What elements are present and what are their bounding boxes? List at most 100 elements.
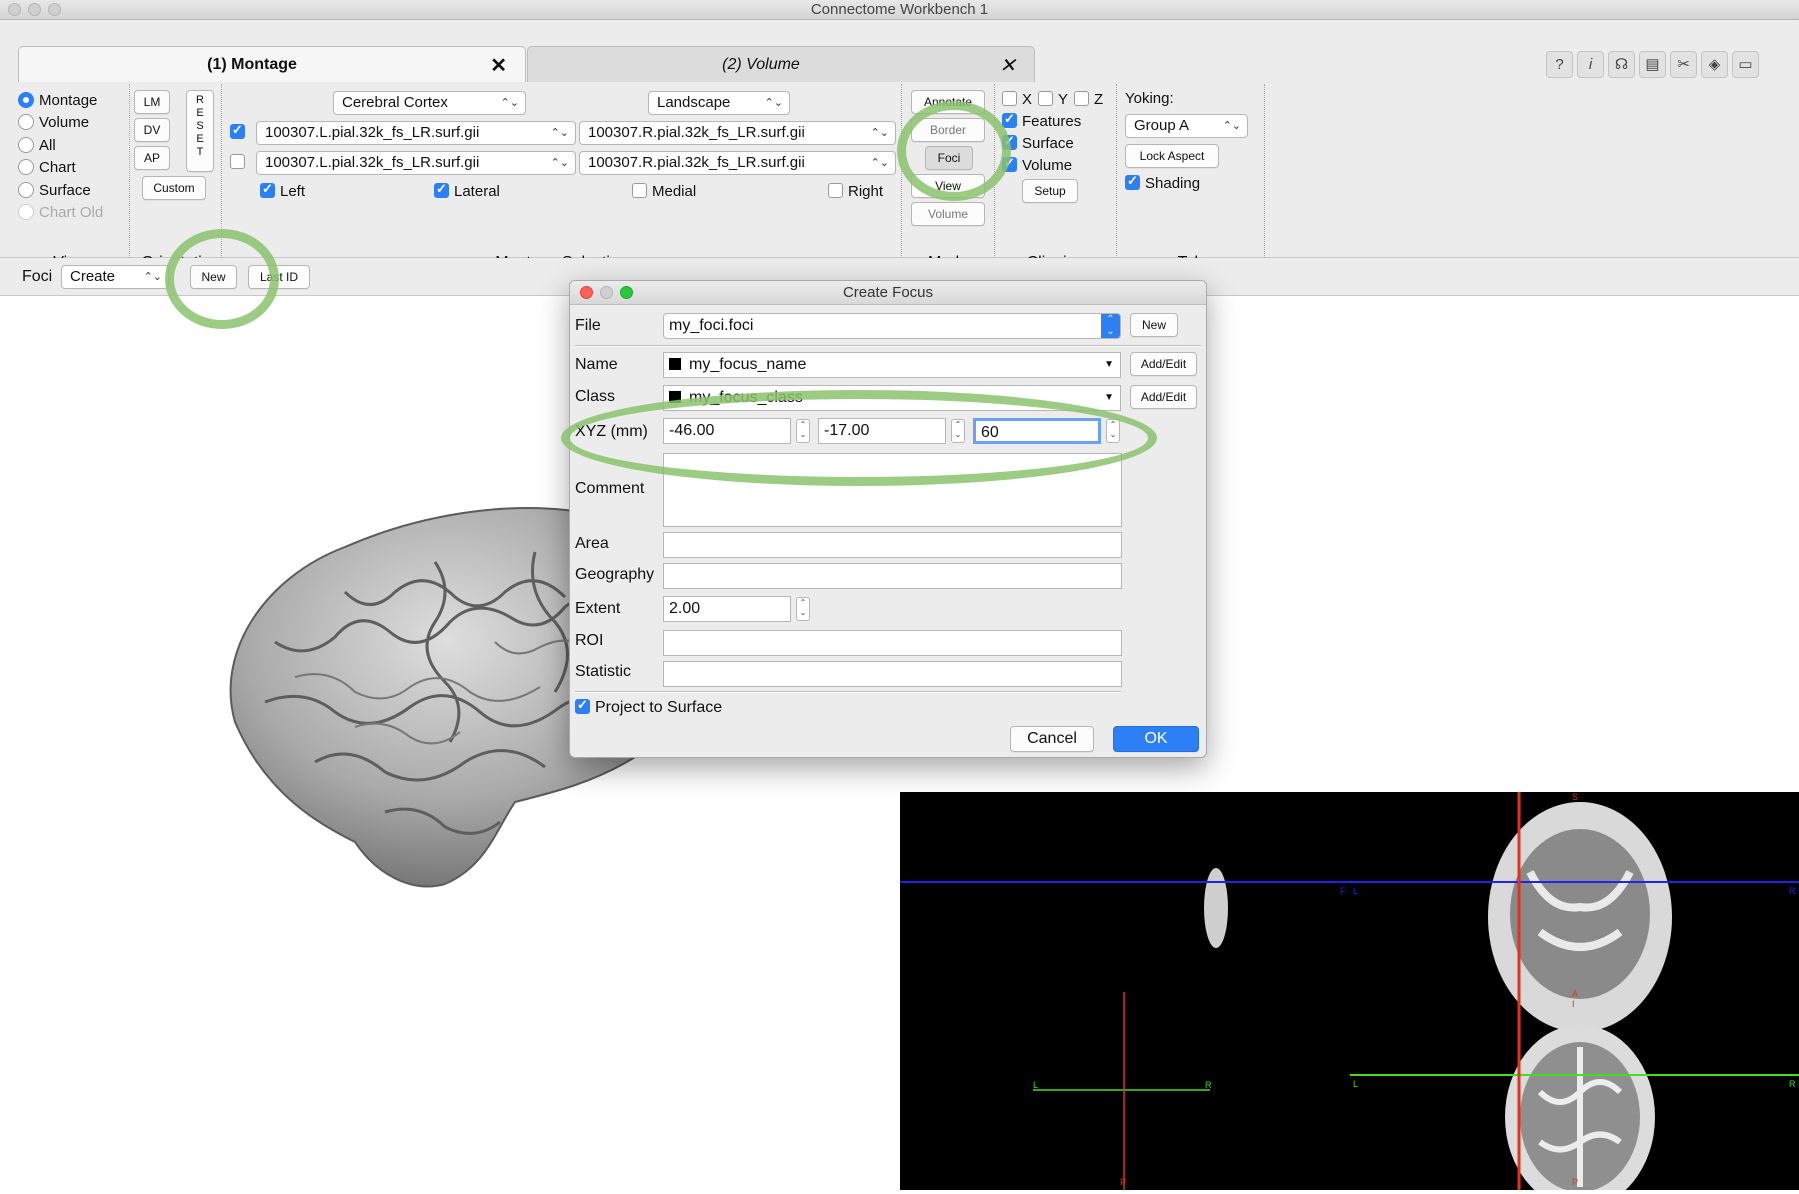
view-option-chart-old: Chart Old xyxy=(18,204,103,221)
chevron-down-icon: ▼ xyxy=(1104,359,1114,370)
project-to-surface-checkbox[interactable]: Project to Surface xyxy=(575,697,722,717)
layout-select[interactable]: Landscape ⌃⌄ xyxy=(648,91,790,115)
info-icon[interactable]: i xyxy=(1577,51,1604,78)
lateral-checkbox[interactable]: Lateral xyxy=(434,181,500,200)
custom-orientation-button[interactable]: Custom xyxy=(142,176,206,200)
highlight-foci-mode xyxy=(897,101,1011,201)
mri-label-l-blue: L xyxy=(1353,886,1359,896)
view-option-all[interactable]: All xyxy=(18,137,56,154)
tab-montage[interactable]: (1) Montage ✕ xyxy=(18,46,526,82)
montage-selection-group: Cerebral Cortex⌃⌄ Landscape⌃⌄ 100307.L.p… xyxy=(222,84,902,278)
statistic-input[interactable] xyxy=(663,661,1122,687)
extent-stepper[interactable]: ⌃ ⌄ xyxy=(796,597,810,621)
roi-input[interactable] xyxy=(663,630,1122,656)
mri-label-p: P xyxy=(1572,1177,1579,1187)
clip-y-checkbox[interactable]: Y xyxy=(1038,91,1068,108)
roi-label: ROI xyxy=(575,632,604,649)
highlight-new-button xyxy=(165,229,279,329)
movie-icon[interactable]: ▤ xyxy=(1639,51,1666,78)
ok-button[interactable]: OK xyxy=(1113,726,1199,752)
tab-volume[interactable]: (2) Volume ✕ xyxy=(527,46,1035,82)
name-select[interactable]: my_focus_name ▼ xyxy=(663,352,1121,378)
mri-label-l-green: L xyxy=(1353,1079,1359,1089)
structure-select[interactable]: Cerebral Cortex ⌃⌄ xyxy=(333,91,526,115)
dialog-close-button[interactable] xyxy=(580,286,593,299)
clipping-setup-button[interactable]: Setup xyxy=(1022,179,1078,203)
create-focus-dialog: Create Focus File my_foci.foci ⌃ ⌄ New Na… xyxy=(569,280,1207,758)
name-add-edit-button[interactable]: Add/Edit xyxy=(1130,352,1197,376)
file-select-arrows-icon: ⌃ ⌄ xyxy=(1101,314,1120,338)
montage-row2-left-surface[interactable]: 100307.L.pial.32k_fs_LR.surf.gii ⌃⌄ xyxy=(256,151,576,175)
view-option-montage[interactable]: Montage xyxy=(18,92,97,109)
clip-x-checkbox[interactable]: X xyxy=(1002,91,1032,108)
tools-icon[interactable]: ✂ xyxy=(1670,51,1697,78)
volume-mode-button[interactable]: Volume xyxy=(911,202,985,226)
yoking-select[interactable]: Group A ⌃⌄ xyxy=(1125,114,1248,138)
montage-row2-checkbox[interactable] xyxy=(230,154,250,171)
mri-label-r-green: R xyxy=(1789,1079,1796,1089)
orientation-lm-button[interactable]: LM xyxy=(134,90,170,114)
orientation-ap-button[interactable]: AP xyxy=(134,146,170,170)
mri-label-l-green-left: L xyxy=(1033,1080,1039,1090)
separator xyxy=(575,691,1121,693)
dialog-minimize-button[interactable] xyxy=(600,286,613,299)
view-option-volume[interactable]: Volume xyxy=(18,114,89,131)
toolbox-icon[interactable]: ▭ xyxy=(1732,51,1759,78)
mri-label-f-blue: F xyxy=(1340,886,1346,896)
view-option-surface[interactable]: Surface xyxy=(18,182,91,199)
montage-row2-right-surface[interactable]: 100307.R.pial.32k_fs_LR.surf.gii ⌃⌄ xyxy=(579,151,896,175)
view-group: Montage Volume All Chart Surface Chart O… xyxy=(12,84,130,278)
tab-montage-label: (1) Montage xyxy=(207,56,297,73)
identify-icon[interactable]: ☊ xyxy=(1608,51,1635,78)
help-icon[interactable]: ? xyxy=(1546,51,1573,78)
file-select[interactable]: my_foci.foci ⌃ ⌄ xyxy=(663,313,1121,339)
dialog-zoom-button[interactable] xyxy=(620,286,633,299)
clip-features-checkbox[interactable]: Features xyxy=(1002,111,1081,130)
window-titlebar: Connectome Workbench 1 xyxy=(0,0,1799,20)
layers-icon[interactable]: ◈ xyxy=(1701,51,1728,78)
yoking-label: Yoking: xyxy=(1125,90,1174,107)
extent-label: Extent xyxy=(575,600,621,617)
cancel-button[interactable]: Cancel xyxy=(1010,726,1094,752)
class-add-edit-button[interactable]: Add/Edit xyxy=(1130,385,1197,409)
orientation-dv-button[interactable]: DV xyxy=(134,118,170,142)
tab-volume-label: (2) Volume xyxy=(722,56,800,73)
statistic-label: Statistic xyxy=(575,663,632,680)
montage-row1-left-surface[interactable]: 100307.L.pial.32k_fs_LR.surf.gii ⌃⌄ xyxy=(256,121,576,145)
montage-row1-checkbox[interactable] xyxy=(230,122,250,141)
clip-surface-checkbox[interactable]: Surface xyxy=(1002,133,1074,152)
mri-label-i: I xyxy=(1572,999,1575,1009)
file-label: File xyxy=(575,317,601,334)
geography-label: Geography xyxy=(575,566,655,583)
chevron-down-icon: ▼ xyxy=(1104,392,1114,403)
view-option-chart[interactable]: Chart xyxy=(18,159,76,176)
toolbar-icons: ? i ☊ ▤ ✂ ◈ ▭ xyxy=(1546,51,1763,78)
extent-input[interactable]: 2.00 xyxy=(663,596,791,622)
left-checkbox[interactable]: Left xyxy=(260,181,305,200)
clip-volume-checkbox[interactable]: Volume xyxy=(1002,155,1072,174)
volume-slice-view[interactable]: S A P P I L F R L R L R xyxy=(900,792,1799,1194)
tab-group: Yoking: Group A⌃⌄ Lock Aspect Shading Ta… xyxy=(1117,84,1265,278)
close-tab-icon[interactable]: ✕ xyxy=(490,53,507,78)
name-label: Name xyxy=(575,356,618,373)
clip-z-checkbox[interactable]: Z xyxy=(1074,91,1103,108)
mri-label-a: A xyxy=(1572,989,1579,999)
medial-checkbox[interactable]: Medial xyxy=(632,183,696,200)
shading-checkbox[interactable]: Shading xyxy=(1125,173,1200,192)
geography-input[interactable] xyxy=(663,563,1122,589)
dialog-title: Create Focus xyxy=(842,284,934,301)
area-input[interactable] xyxy=(663,532,1122,558)
montage-row1-right-surface[interactable]: 100307.R.pial.32k_fs_LR.surf.gii ⌃⌄ xyxy=(579,121,896,145)
new-file-button[interactable]: New xyxy=(1130,313,1178,337)
comment-label: Comment xyxy=(575,480,645,497)
foci-label: Foci xyxy=(22,268,53,285)
mri-label-s: S xyxy=(1572,792,1579,802)
area-label: Area xyxy=(575,535,609,552)
reset-button[interactable]: RESET xyxy=(186,90,214,172)
close-tab-icon[interactable]: ✕ xyxy=(999,53,1016,78)
foci-mode-select[interactable]: Create ⌃⌄ xyxy=(61,265,169,289)
mri-label-p-left: P xyxy=(1120,1177,1127,1187)
right-checkbox[interactable]: Right xyxy=(828,183,883,200)
lock-aspect-button[interactable]: Lock Aspect xyxy=(1125,144,1219,168)
mri-label-r-blue: R xyxy=(1789,886,1796,896)
